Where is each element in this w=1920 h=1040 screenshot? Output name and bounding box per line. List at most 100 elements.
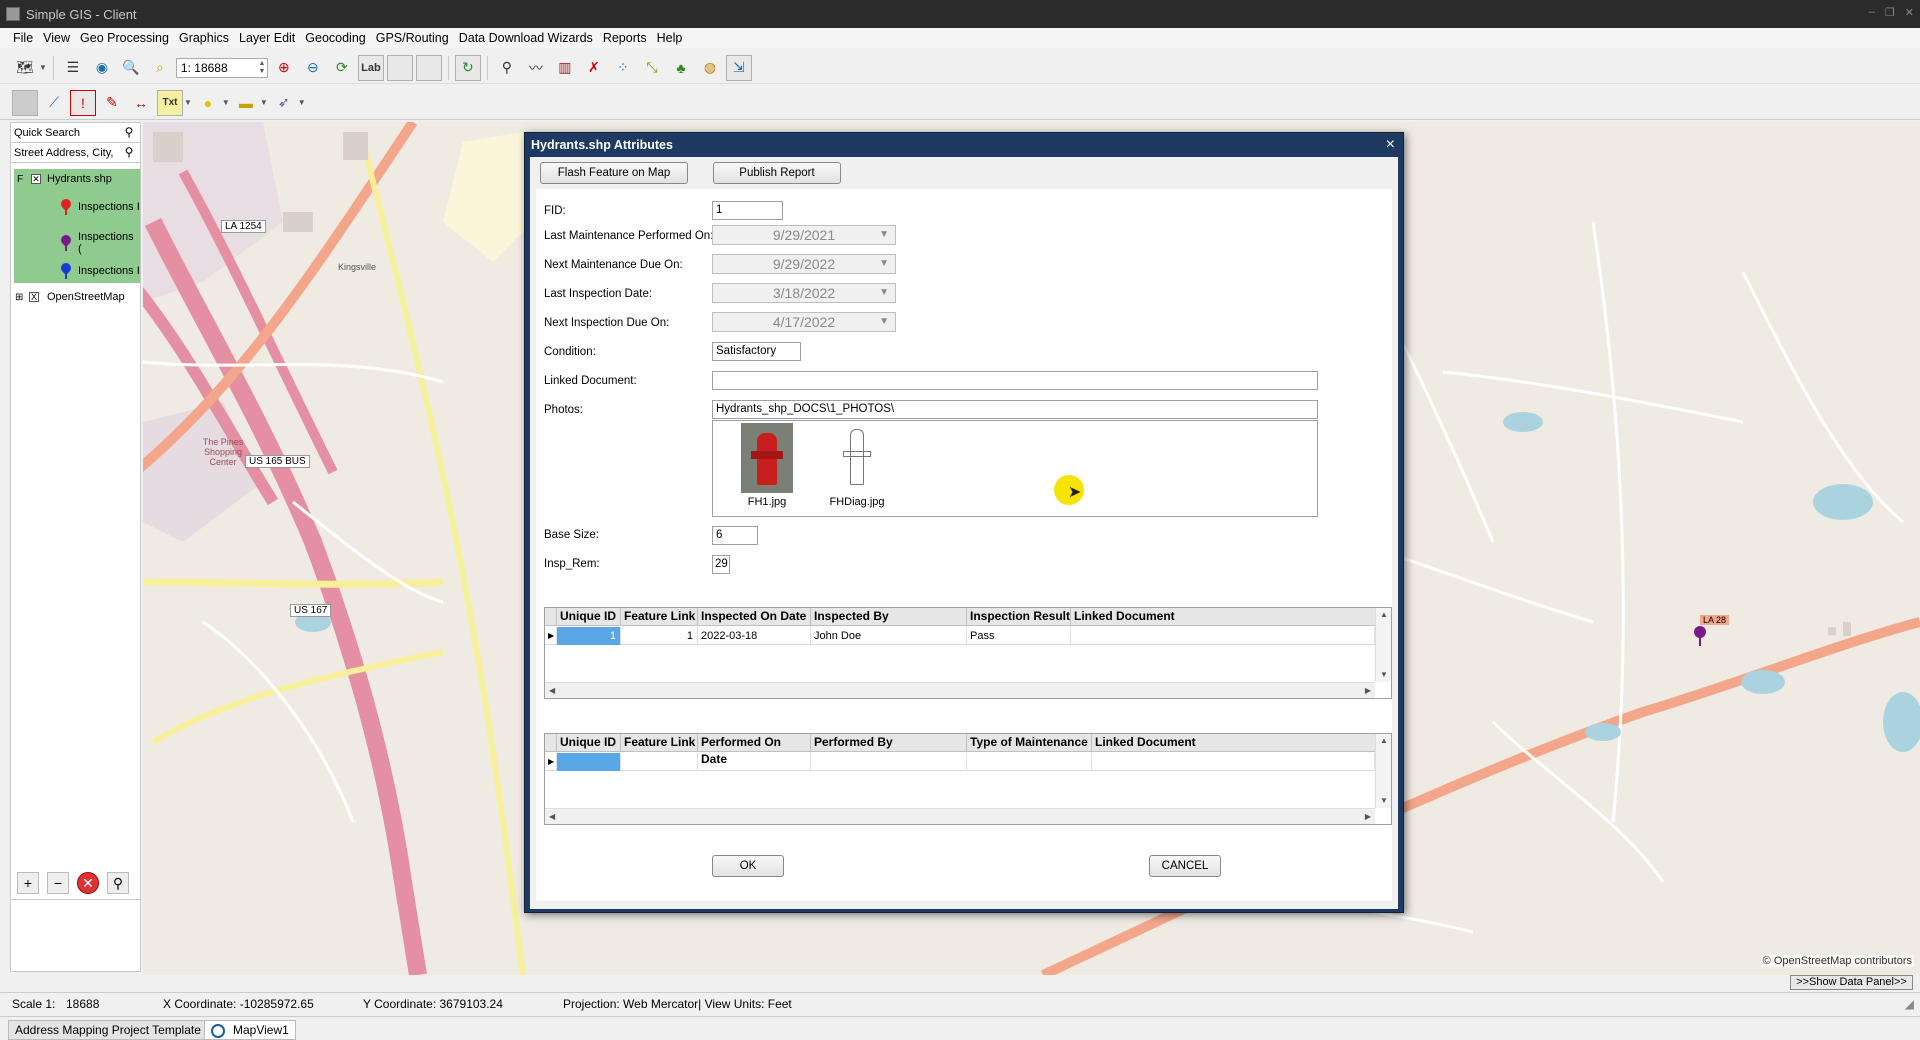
cell-unique-id[interactable]: [557, 753, 621, 771]
chevron-down-icon[interactable]: ▼: [879, 313, 889, 331]
edit-vertex-icon[interactable]: ✎: [99, 90, 125, 116]
menu-geo-processing[interactable]: Geo Processing: [75, 31, 174, 45]
cell-inspection-result[interactable]: Pass: [967, 627, 1071, 645]
menu-layer-edit[interactable]: Layer Edit: [234, 31, 300, 45]
chevron-down-icon[interactable]: ▼: [879, 284, 889, 302]
column-header[interactable]: Feature Link: [621, 608, 698, 626]
next-inspection-date-picker[interactable]: 4/17/2022 ▼: [712, 312, 896, 332]
zoom-icon[interactable]: 🔍: [118, 55, 144, 81]
fid-field[interactable]: 1: [712, 201, 783, 220]
column-header[interactable]: Performed On Date: [698, 734, 811, 766]
column-header[interactable]: Linked Document: [1092, 734, 1375, 752]
cancel-button[interactable]: CANCEL: [1149, 855, 1221, 877]
pointer-tool-icon[interactable]: ➶: [271, 90, 297, 116]
scroll-up-icon[interactable]: ▲: [1380, 736, 1388, 745]
blank-tool-2[interactable]: [415, 54, 442, 81]
table-row[interactable]: ▶ 1 1 2022-03-18 John Doe Pass: [545, 627, 1375, 645]
layer-toggle-check[interactable]: F: [17, 174, 31, 185]
tab-project[interactable]: Address Mapping Project Template: [8, 1020, 208, 1040]
base-size-field[interactable]: 6: [712, 526, 758, 545]
cell-feature-link[interactable]: 1: [621, 627, 698, 645]
export-icon[interactable]: ⇲: [725, 54, 752, 81]
scale-spinner-icon[interactable]: ▲ ▼: [257, 60, 267, 76]
cell-maintenance-type[interactable]: [967, 753, 1092, 771]
column-header[interactable]: Unique ID: [557, 608, 621, 626]
chevron-down-icon[interactable]: ▼: [260, 98, 268, 107]
horizontal-scrollbar[interactable]: ◀ ▶: [545, 682, 1375, 698]
gps-icon[interactable]: ⚲: [494, 55, 520, 81]
sublayer-row[interactable]: Inspections I: [60, 263, 140, 279]
zoom-to-layer-icon[interactable]: ⚲: [107, 872, 129, 894]
row-selector-icon[interactable]: ▶: [545, 627, 557, 645]
address-search-input[interactable]: Street Address, City, ⚲: [11, 143, 140, 163]
chevron-down-icon[interactable]: ▼: [222, 98, 230, 107]
text-tool-button[interactable]: Txt: [157, 89, 183, 116]
column-header[interactable]: Unique ID: [557, 734, 621, 752]
menu-reports[interactable]: Reports: [598, 31, 652, 45]
sublayer-row[interactable]: Inspections (: [60, 231, 140, 255]
horizontal-scrollbar[interactable]: ◀ ▶: [545, 808, 1375, 824]
measure-distance-icon[interactable]: ↔: [128, 90, 154, 116]
route-icon[interactable]: 〰: [523, 55, 549, 81]
chevron-down-icon[interactable]: ▼: [39, 63, 47, 72]
cell-unique-id[interactable]: 1: [557, 627, 621, 645]
close-icon[interactable]: ×: [1386, 136, 1395, 154]
vertical-scrollbar[interactable]: ▲ ▼: [1375, 608, 1391, 682]
column-header[interactable]: Type of Maintenance: [967, 734, 1092, 752]
column-header[interactable]: Inspection Result: [967, 608, 1071, 626]
chevron-down-icon[interactable]: ▼: [879, 255, 889, 273]
menu-help[interactable]: Help: [652, 31, 688, 45]
quick-search-input[interactable]: Quick Search ⚲: [11, 123, 140, 143]
cell-inspected-date[interactable]: 2022-03-18: [698, 627, 811, 645]
row-selector-icon[interactable]: ▶: [545, 753, 557, 771]
column-header[interactable]: Performed By: [811, 734, 967, 752]
cell-linked-document[interactable]: [1092, 753, 1375, 771]
remove-layer-button[interactable]: −: [47, 872, 69, 894]
menu-view[interactable]: View: [38, 31, 75, 45]
reload-icon[interactable]: ↻: [454, 54, 481, 81]
vertical-scrollbar[interactable]: ▲ ▼: [1375, 734, 1391, 808]
publish-report-button[interactable]: Publish Report: [713, 162, 841, 184]
menu-gps-routing[interactable]: GPS/Routing: [371, 31, 454, 45]
chevron-down-icon[interactable]: ▼: [879, 226, 889, 244]
scroll-down-icon[interactable]: ▼: [1380, 670, 1388, 679]
new-map-icon[interactable]: 🗺: [12, 55, 38, 81]
chevron-down-icon[interactable]: ▼: [184, 98, 192, 107]
resize-grip-icon[interactable]: ◢: [1905, 997, 1914, 1011]
cell-feature-link[interactable]: [621, 753, 698, 771]
menu-graphics[interactable]: Graphics: [174, 31, 234, 45]
scale-input[interactable]: 1: 18688 ▲ ▼: [175, 57, 268, 78]
last-inspection-date-picker[interactable]: 3/18/2022 ▼: [712, 283, 896, 303]
ruler-icon[interactable]: ▬: [233, 90, 259, 116]
path-icon[interactable]: ⤡: [639, 55, 665, 81]
condition-field[interactable]: Satisfactory: [712, 342, 801, 361]
zoom-to-selection-icon[interactable]: ⌕: [147, 55, 173, 81]
sublayer-row[interactable]: Inspections I: [60, 199, 140, 215]
close-window-icon[interactable]: ✕: [1905, 6, 1914, 19]
restore-icon[interactable]: ❐: [1885, 6, 1895, 19]
highlight-icon[interactable]: ●: [195, 90, 221, 116]
scroll-left-icon[interactable]: ◀: [549, 686, 555, 695]
full-extent-icon[interactable]: ◉: [89, 55, 115, 81]
chart-tool-icon[interactable]: ▥: [552, 55, 578, 81]
menu-geocoding[interactable]: Geocoding: [300, 31, 370, 45]
linked-document-field[interactable]: [712, 371, 1318, 390]
scroll-left-icon[interactable]: ◀: [549, 812, 555, 821]
identify-icon[interactable]: !: [70, 89, 96, 116]
photos-path-field[interactable]: Hydrants_shp_DOCS\1_PHOTOS\: [712, 400, 1318, 419]
layer-checkbox[interactable]: X: [29, 292, 39, 302]
column-header[interactable]: Linked Document: [1071, 608, 1375, 626]
menu-data-download-wizards[interactable]: Data Download Wizards: [454, 31, 598, 45]
cell-performed-date[interactable]: [698, 753, 811, 771]
column-header[interactable]: Inspected On Date: [698, 608, 811, 626]
zoom-in-icon[interactable]: ⊕: [271, 55, 297, 81]
insp-rem-field[interactable]: 29: [712, 555, 730, 574]
last-maintenance-date-picker[interactable]: 9/29/2021 ▼: [712, 225, 896, 245]
photo-thumbnail[interactable]: FHDiag.jpg: [827, 423, 887, 508]
refresh-map-icon[interactable]: ⟳: [329, 55, 355, 81]
measure-line-icon[interactable]: ⟋: [41, 90, 67, 116]
cell-inspected-by[interactable]: John Doe: [811, 627, 967, 645]
layer-list-icon[interactable]: ☰: [60, 55, 86, 81]
network-icon[interactable]: ⁘: [610, 55, 636, 81]
delete-layer-icon[interactable]: ✕: [77, 872, 99, 894]
